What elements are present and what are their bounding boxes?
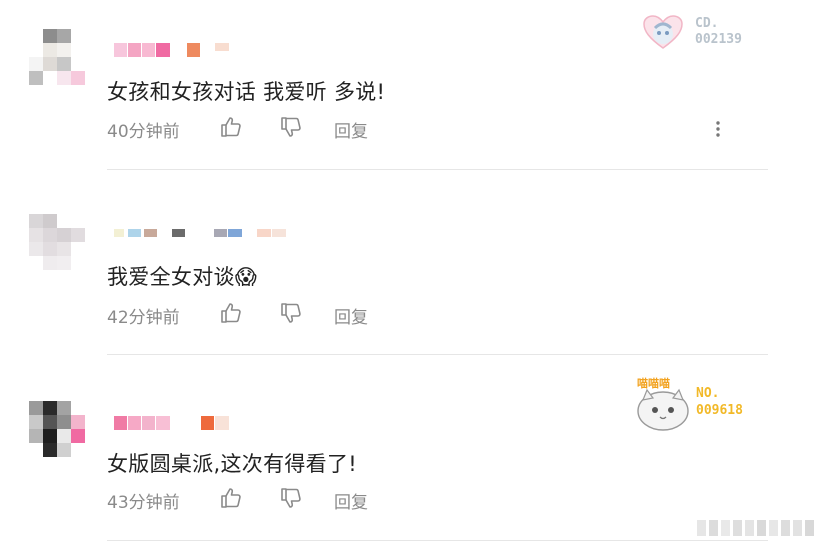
divider [107, 354, 768, 355]
username-mosaic[interactable] [114, 229, 294, 243]
avatar[interactable] [29, 29, 87, 87]
avatar[interactable] [29, 214, 87, 272]
timestamp: 42分钟前 [107, 308, 180, 328]
divider [107, 169, 768, 170]
comment-meta: 40分钟前 回复 [107, 115, 407, 142]
badge-line2: 002139 [695, 32, 742, 47]
comment-text: 女版圆桌派,这次有得看了! [107, 452, 357, 476]
thumbs-down-icon[interactable] [279, 486, 303, 510]
badge-line2: 009618 [696, 403, 743, 418]
thumbs-up-icon[interactable] [219, 115, 243, 139]
timestamp: 40分钟前 [107, 122, 180, 142]
thumbs-down-icon[interactable] [279, 301, 303, 325]
comment-text-body: 我爱全女对谈 [107, 265, 235, 289]
thumbs-down-icon[interactable] [279, 115, 303, 139]
comment-meta: 42分钟前 回复 [107, 301, 407, 328]
watermark [697, 516, 827, 540]
username-mosaic[interactable] [114, 43, 234, 57]
badge-line1: CD. [695, 16, 719, 31]
reply-button[interactable]: 回复 [334, 488, 368, 513]
sticker-text: 喵喵喵 [637, 377, 670, 390]
shocked-face-emoji: 😱 [234, 265, 258, 289]
reply-button[interactable]: 回复 [334, 117, 368, 142]
badge-line1: NO. [696, 386, 720, 401]
comment-text: 我爱全女对谈😱 [107, 261, 257, 291]
username-mosaic[interactable] [114, 416, 234, 430]
thumbs-up-icon[interactable] [219, 301, 243, 325]
sticker-icon [643, 15, 683, 49]
comment-meta: 43分钟前 回复 [107, 486, 407, 513]
timestamp: 43分钟前 [107, 493, 180, 513]
thumbs-up-icon[interactable] [219, 486, 243, 510]
divider [107, 540, 768, 541]
comment-text: 女孩和女孩对话 我爱听 多说! [107, 80, 386, 104]
avatar[interactable] [29, 401, 87, 459]
fan-badge: 喵喵喵 NO. 009618 [635, 374, 765, 432]
reply-button[interactable]: 回复 [334, 303, 368, 328]
fan-badge: CD. 002139 [641, 14, 761, 54]
more-vertical-icon[interactable] [710, 118, 726, 142]
